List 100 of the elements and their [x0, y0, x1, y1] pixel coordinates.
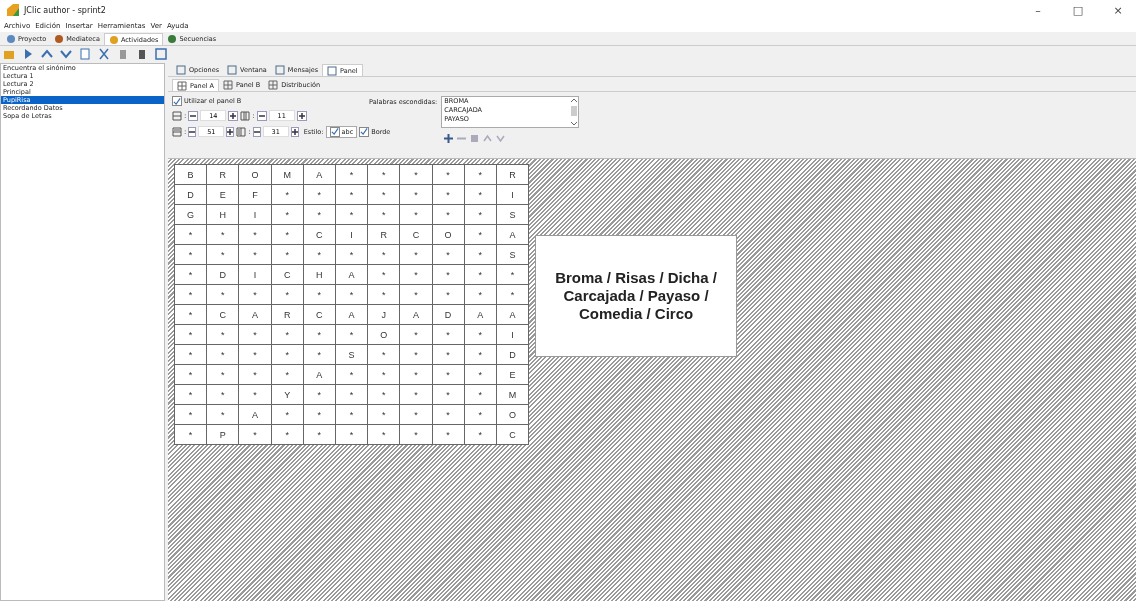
- width-icon: [172, 126, 182, 137]
- grid-cell: *: [464, 185, 496, 204]
- play-icon[interactable]: [22, 47, 34, 60]
- grid-cell: *: [271, 325, 303, 344]
- decrease-button[interactable]: [256, 110, 267, 121]
- add-icon[interactable]: [444, 134, 454, 143]
- grid-cell: R: [368, 225, 400, 244]
- grid-cell: A: [303, 365, 335, 384]
- grid-cell: P: [207, 425, 239, 444]
- grid-cell: *: [303, 285, 335, 304]
- grid-cell: *: [432, 405, 464, 424]
- grid-cell: *: [400, 325, 432, 344]
- grid-cell: *: [432, 265, 464, 284]
- tab-icon: [108, 34, 119, 45]
- cut-icon[interactable]: [98, 47, 110, 60]
- grid-cell: *: [432, 385, 464, 404]
- grid-cell: *: [432, 285, 464, 304]
- grid-cell: *: [464, 265, 496, 284]
- grid-cell: A: [464, 305, 496, 324]
- window-title: JClic author - sprint2: [24, 5, 106, 15]
- tab-icon: [176, 65, 186, 75]
- grid-cell: S: [496, 205, 529, 224]
- grid-cell: *: [464, 385, 496, 404]
- grid-cell: C: [271, 265, 303, 284]
- minus-icon: [189, 128, 196, 135]
- grid-cell: J: [368, 305, 400, 324]
- grid-cell: *: [368, 405, 400, 424]
- grid-cell: *: [335, 405, 368, 424]
- grid-cell: E: [496, 365, 529, 384]
- grid-cell: *: [368, 165, 400, 184]
- grid-cell: *: [335, 205, 368, 224]
- window-control[interactable]: □: [1060, 0, 1096, 20]
- grid-cell: *: [432, 325, 464, 344]
- tab-icon: [6, 34, 16, 44]
- grid-cell: *: [303, 205, 335, 224]
- grid-cell: *: [239, 385, 271, 404]
- grid-cell: A: [239, 405, 271, 424]
- grid-cell: *: [271, 405, 303, 424]
- tab-icon: [167, 34, 178, 44]
- grid-cell: A: [239, 305, 271, 324]
- checkmark-icon: [330, 127, 339, 136]
- grid-cell: *: [303, 345, 335, 364]
- tab-icon: [227, 65, 238, 75]
- grid-cell: *: [335, 385, 368, 404]
- grid-cell: G: [175, 205, 207, 224]
- grid-cell: F: [239, 185, 271, 204]
- grid-cell: *: [464, 345, 496, 364]
- increase-button[interactable]: [290, 126, 299, 137]
- window-control[interactable]: ×: [1100, 0, 1136, 20]
- grid-cell: C: [303, 225, 335, 244]
- grid-cell: *: [207, 325, 239, 344]
- grid-cell: H: [303, 265, 335, 284]
- grid-cell: C: [207, 305, 239, 324]
- grid-cell: Y: [271, 385, 303, 404]
- grid-cell: A: [335, 305, 368, 324]
- grid-cell: *: [400, 285, 432, 304]
- grid-cell: *: [432, 205, 464, 224]
- grid-cell: *: [464, 225, 496, 244]
- tab-icon: [327, 65, 338, 76]
- grid-cell: *: [303, 405, 335, 424]
- grid-cell: *: [335, 425, 368, 444]
- grid-cell: C: [400, 225, 432, 244]
- grid-cell: *: [303, 245, 335, 264]
- grid-cell: *: [335, 185, 368, 204]
- grid-cell: E: [207, 185, 239, 204]
- grid-cell: B: [175, 165, 207, 184]
- grid-cell: *: [464, 245, 496, 264]
- grid-cell: *: [239, 285, 271, 304]
- columns-icon: [240, 110, 251, 121]
- rows-icon: [172, 110, 182, 121]
- grid-cell: I: [239, 265, 271, 284]
- grid-cell: *: [464, 165, 496, 184]
- grid-cell: A: [400, 305, 432, 324]
- decrease-button[interactable]: [188, 126, 197, 137]
- grid-cell: *: [175, 225, 207, 244]
- grid-cell: *: [400, 185, 432, 204]
- grid-cell: A: [335, 265, 368, 284]
- grid-cell: *: [271, 345, 303, 364]
- grid-cell: *: [368, 385, 400, 404]
- increase-button[interactable]: [296, 110, 307, 121]
- grid-cell: *: [271, 285, 303, 304]
- decrease-button[interactable]: [252, 126, 261, 137]
- scrollbar-icon[interactable]: [570, 97, 579, 127]
- grid-cell: *: [368, 425, 400, 444]
- increase-button[interactable]: [226, 126, 235, 137]
- increase-button[interactable]: [228, 110, 239, 121]
- grid-cell: *: [368, 205, 400, 224]
- decrease-button[interactable]: [188, 110, 199, 121]
- grid-cell: C: [496, 425, 529, 444]
- grid-cell: D: [496, 345, 529, 364]
- checkmark-icon: [360, 127, 369, 136]
- window-control[interactable]: –: [1020, 0, 1056, 20]
- app-icon: [6, 3, 20, 17]
- grid-cell: *: [239, 325, 271, 344]
- grid-cell: M: [496, 385, 529, 404]
- grid-cell: *: [464, 405, 496, 424]
- grid-cell: *: [368, 265, 400, 284]
- grid-cell: *: [335, 165, 368, 184]
- grid-cell: M: [271, 165, 303, 184]
- up-icon[interactable]: [41, 47, 53, 60]
